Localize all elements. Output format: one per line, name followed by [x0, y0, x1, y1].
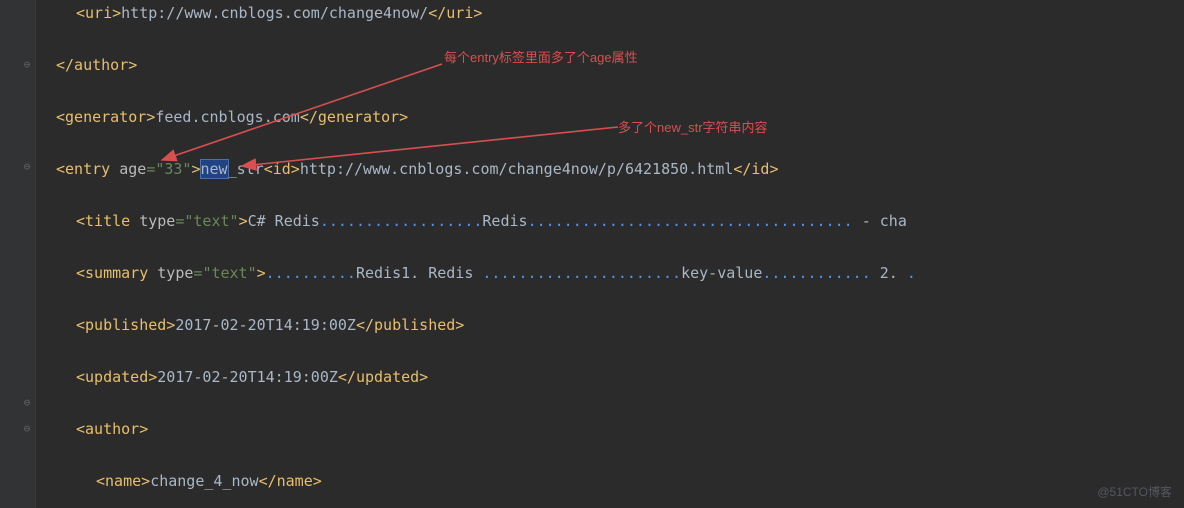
xml-attr-value: "33" [155, 160, 191, 178]
xml-tag: <updated> [76, 368, 157, 386]
xml-text: http://www.cnblogs.com/change4now/ [121, 4, 428, 22]
xml-tag: <uri> [76, 4, 121, 22]
selected-text: new [201, 160, 228, 178]
xml-tag: <published> [76, 316, 175, 334]
watermark: @51CTO博客 [1097, 483, 1172, 500]
code-line: <author> [42, 416, 1184, 442]
xml-text: change_4_now [150, 472, 258, 490]
xml-tag: </generator> [300, 108, 408, 126]
code-line: <summary type="text">..........Redis1. R… [42, 260, 1184, 286]
xml-tag: </author> [56, 56, 137, 74]
code-line: </author> [42, 52, 1184, 78]
fold-marker[interactable]: ⊖ [22, 424, 32, 434]
xml-attr: age [110, 160, 146, 178]
xml-tag: <summary [76, 264, 148, 282]
xml-attr: type [130, 212, 175, 230]
code-line: <name>change_4_now</name> [42, 468, 1184, 494]
xml-tag: <author> [76, 420, 148, 438]
code-line: <published>2017-02-20T14:19:00Z</publish… [42, 312, 1184, 338]
xml-tag: </id> [733, 160, 778, 178]
code-editor-content[interactable]: <uri>http://www.cnblogs.com/change4now/<… [36, 0, 1184, 494]
xml-tag: </name> [259, 472, 322, 490]
code-line: <updated>2017-02-20T14:19:00Z</updated> [42, 364, 1184, 390]
xml-text: 2017-02-20T14:19:00Z [175, 316, 356, 334]
xml-text: feed.cnblogs.com [155, 108, 300, 126]
code-line: <uri>http://www.cnblogs.com/change4now/<… [42, 0, 1184, 26]
code-line: <entry age="33">new_str<id>http://www.cn… [42, 156, 1184, 182]
code-line: <title type="text">C# Redis.............… [42, 208, 1184, 234]
xml-attr-value: "text" [202, 264, 256, 282]
xml-tag: <generator> [56, 108, 155, 126]
xml-tag: <entry [56, 160, 110, 178]
xml-attr-value: "text" [184, 212, 238, 230]
fold-marker[interactable]: ⊖ [22, 60, 32, 70]
xml-attr: type [148, 264, 193, 282]
xml-tag: <name> [96, 472, 150, 490]
code-line: <generator>feed.cnblogs.com</generator> [42, 104, 1184, 130]
fold-marker[interactable]: ⊖ [22, 398, 32, 408]
xml-text: 2017-02-20T14:19:00Z [157, 368, 338, 386]
xml-tag: </published> [356, 316, 464, 334]
editor-gutter: ⊖ ⊖ ⊖ ⊖ [0, 0, 36, 508]
xml-tag: </uri> [428, 4, 482, 22]
xml-tag: </updated> [338, 368, 428, 386]
xml-tag: <title [76, 212, 130, 230]
xml-tag: <id> [264, 160, 300, 178]
fold-marker[interactable]: ⊖ [22, 162, 32, 172]
xml-text: http://www.cnblogs.com/change4now/p/6421… [300, 160, 733, 178]
